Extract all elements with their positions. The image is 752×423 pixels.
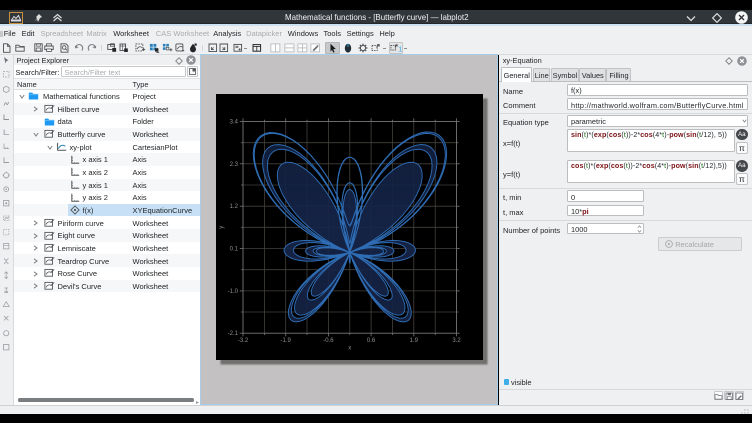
svg-text:0.1: 0.1 <box>230 246 239 252</box>
svg-text:1.9: 1.9 <box>410 338 419 344</box>
svg-text:-2.1: -2.1 <box>228 331 239 337</box>
svg-text:3.4: 3.4 <box>230 119 239 125</box>
svg-text:1: 1 <box>398 45 402 54</box>
svg-text:x: x <box>348 345 351 351</box>
svg-text:-1.9: -1.9 <box>281 338 292 344</box>
svg-text:0.6: 0.6 <box>367 338 376 344</box>
svg-text:1.2: 1.2 <box>230 204 239 210</box>
svg-text:-0.6: -0.6 <box>323 338 334 344</box>
svg-text:y: y <box>219 225 225 228</box>
svg-text:-1.0: -1.0 <box>228 288 239 294</box>
svg-text:2.3: 2.3 <box>230 161 239 167</box>
svg-text:-3.2: -3.2 <box>238 338 249 344</box>
svg-text:3.2: 3.2 <box>452 338 461 344</box>
